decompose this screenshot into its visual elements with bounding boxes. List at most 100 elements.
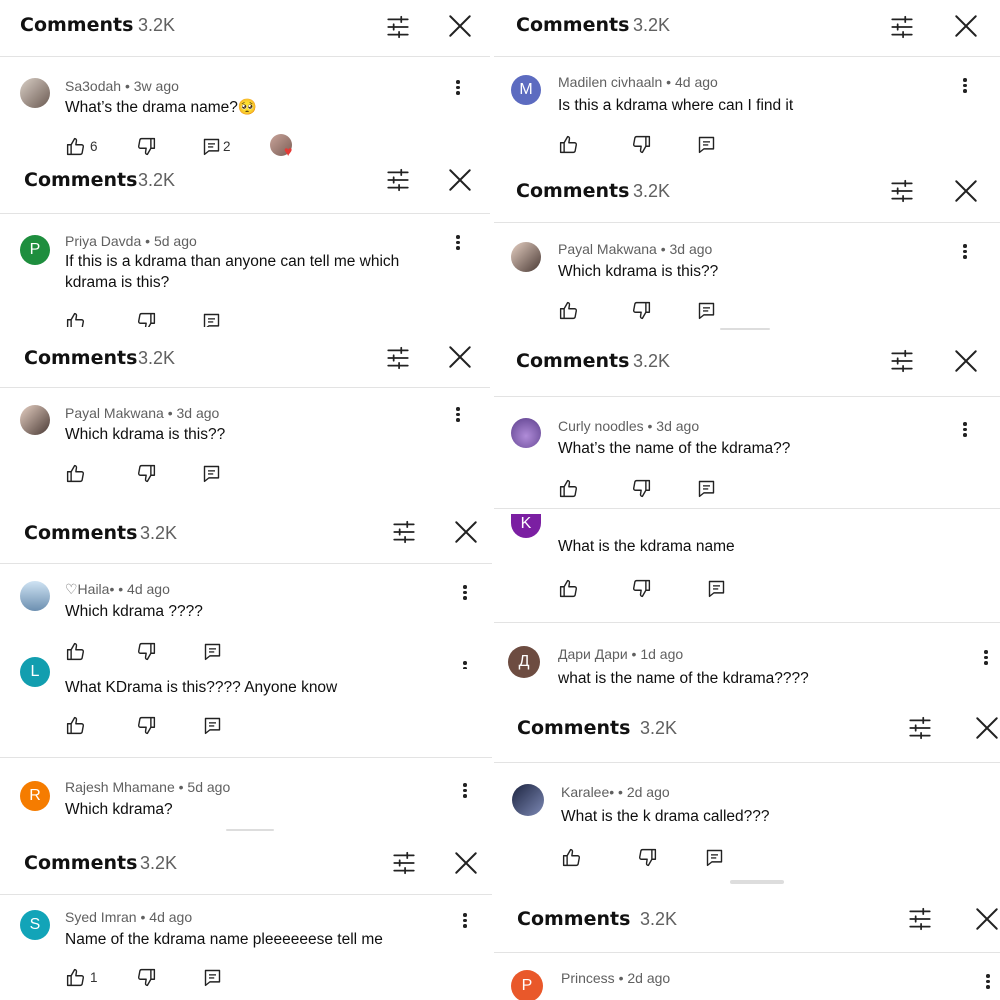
comment-author[interactable]: Priya Davda [65, 233, 141, 249]
sliders-icon[interactable] [889, 178, 915, 204]
comment-author[interactable]: Karalee• [561, 784, 614, 800]
drag-handle[interactable] [720, 328, 770, 330]
reply-button[interactable] [696, 134, 717, 156]
more-vert-icon[interactable] [961, 420, 969, 440]
more-vert-icon[interactable] [454, 233, 462, 253]
avatar[interactable]: S [20, 910, 50, 940]
close-icon[interactable] [953, 178, 979, 204]
close-icon[interactable] [974, 906, 1000, 932]
sliders-icon[interactable] [889, 14, 915, 40]
more-vert-icon[interactable] [454, 78, 462, 98]
like-button[interactable] [65, 967, 86, 989]
more-vert-icon[interactable] [454, 405, 462, 425]
dislike-button[interactable] [136, 641, 157, 663]
dislike-button[interactable] [136, 311, 157, 327]
avatar[interactable] [511, 418, 541, 448]
drag-handle[interactable] [730, 880, 784, 884]
comment-author[interactable]: Sa3odah [65, 78, 121, 94]
avatar[interactable]: M [511, 75, 541, 105]
avatar[interactable]: P [511, 970, 543, 1000]
more-vert-icon[interactable] [461, 911, 469, 931]
reply-button[interactable] [201, 463, 222, 485]
close-icon[interactable] [453, 850, 479, 876]
drag-handle[interactable] [226, 829, 274, 831]
avatar[interactable] [512, 784, 544, 816]
dislike-button[interactable] [136, 136, 157, 158]
comment-author[interactable]: Rajesh Mhamane [65, 779, 175, 795]
more-vert-icon[interactable] [461, 781, 469, 801]
sliders-icon[interactable] [385, 167, 411, 193]
dislike-button[interactable] [136, 463, 157, 485]
thumb-up-icon [558, 300, 579, 321]
more-vert-icon[interactable] [982, 648, 990, 668]
sliders-icon[interactable] [889, 348, 915, 374]
avatar[interactable] [20, 405, 50, 435]
comments-title: Comments [24, 169, 138, 191]
sliders-icon[interactable] [385, 14, 411, 40]
like-button[interactable] [65, 136, 86, 158]
more-vert-icon[interactable] [461, 659, 469, 669]
avatar[interactable]: L [20, 657, 50, 687]
dislike-button[interactable] [631, 300, 652, 322]
sliders-icon[interactable] [391, 850, 417, 876]
sliders-icon[interactable] [391, 519, 417, 545]
like-button[interactable] [561, 847, 582, 869]
comment-author[interactable]: Syed Imran [65, 909, 137, 925]
close-icon[interactable] [953, 13, 979, 39]
like-button[interactable] [65, 641, 86, 663]
avatar[interactable]: P [20, 235, 50, 265]
comment-text: Which kdrama? [65, 801, 173, 818]
avatar[interactable] [511, 242, 541, 272]
thumb-up-icon [561, 847, 582, 868]
close-icon[interactable] [447, 13, 473, 39]
like-button[interactable] [65, 715, 86, 737]
like-button[interactable] [558, 300, 579, 322]
comment-author[interactable]: Madilen civhaaln [558, 74, 662, 90]
sliders-icon[interactable] [385, 345, 411, 371]
avatar[interactable]: K [511, 514, 541, 538]
close-icon[interactable] [453, 519, 479, 545]
avatar[interactable]: Д [508, 646, 540, 678]
more-vert-icon[interactable] [461, 583, 469, 603]
more-vert-icon[interactable] [961, 76, 969, 96]
close-icon[interactable] [447, 344, 473, 370]
dislike-button[interactable] [637, 847, 658, 869]
dislike-button[interactable] [136, 715, 157, 737]
dislike-button[interactable] [631, 578, 652, 600]
reply-button[interactable] [202, 641, 223, 663]
reply-button[interactable] [201, 311, 222, 327]
like-button[interactable] [558, 134, 579, 156]
comment-author[interactable]: Дари Дари [558, 646, 628, 662]
comment-author[interactable]: ♡Haila• [65, 581, 114, 597]
like-button[interactable] [558, 478, 579, 500]
reply-button[interactable] [696, 300, 717, 322]
reply-button[interactable] [202, 715, 223, 737]
reply-button[interactable] [202, 967, 223, 989]
reply-button[interactable] [201, 136, 222, 158]
close-icon[interactable] [953, 348, 979, 374]
sliders-icon[interactable] [907, 906, 933, 932]
avatar[interactable]: R [20, 781, 50, 811]
like-button[interactable] [65, 311, 86, 327]
more-vert-icon[interactable] [961, 242, 969, 262]
dislike-button[interactable] [631, 134, 652, 156]
comments-header: Comments 3.2K [494, 702, 1000, 763]
reply-button[interactable] [706, 578, 727, 600]
avatar[interactable] [20, 78, 50, 108]
reply-button[interactable] [696, 478, 717, 500]
comment-age: 5d ago [153, 233, 197, 249]
comment-author[interactable]: Payal Makwana [65, 405, 164, 421]
dislike-button[interactable] [136, 967, 157, 989]
comment-author[interactable]: Princess [561, 970, 615, 986]
like-button[interactable] [65, 463, 86, 485]
comment-author[interactable]: Payal Makwana [558, 241, 657, 257]
like-button[interactable] [558, 578, 579, 600]
comment-author[interactable]: Curly noodles [558, 418, 644, 434]
close-icon[interactable] [974, 715, 1000, 741]
dislike-button[interactable] [631, 478, 652, 500]
sliders-icon[interactable] [907, 715, 933, 741]
more-vert-icon[interactable] [984, 972, 992, 992]
reply-button[interactable] [704, 847, 725, 869]
avatar[interactable] [20, 581, 50, 611]
close-icon[interactable] [447, 167, 473, 193]
